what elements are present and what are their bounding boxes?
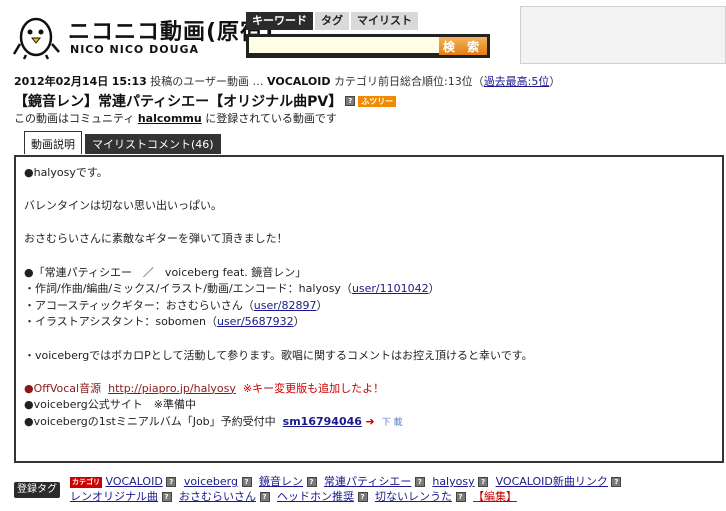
desc-line: おさむらいさんに素敵なギターを弾いて頂きました！ [24,232,288,246]
tag-link[interactable]: 切ないレンうた [375,490,452,503]
dictionary-icon[interactable]: ? [161,492,172,502]
rank-text: カテゴリ前日総合順位:13位（ [333,75,484,88]
dictionary-icon[interactable]: ? [241,477,252,487]
credit-close: ） [316,298,328,312]
rank-close: ） [549,75,561,88]
ad-banner[interactable] [520,6,726,64]
search-input[interactable] [249,37,439,53]
user-link[interactable]: user/1101042 [352,282,429,295]
meta-separator: … [252,75,264,88]
tab-description[interactable]: 動画説明 [24,131,82,154]
bullet: ● [24,381,34,395]
tag-list: カテゴリ VOCALOID ? voiceberg ? 鏡音レン ? 常連パティ… [70,474,724,504]
search-tab-mylist[interactable]: マイリスト [351,12,418,30]
posted-text: 投稿のユーザー動画 [150,75,250,88]
tag-link[interactable]: レンオリジナル曲 [70,490,158,503]
search-tab-keyword[interactable]: キーワード [246,12,313,30]
arrow-icon: ➜ [365,414,375,428]
user-link[interactable]: user/5687932 [217,315,294,328]
category-tag-badge: カテゴリ [70,476,102,488]
search-button[interactable]: 検 索 [439,37,487,55]
registered-tags-label: 登録タグ [14,482,60,498]
dictionary-icon[interactable]: ? [345,96,356,106]
tag-link[interactable]: ヘッドホン推奨 [277,490,354,503]
desc-album-line: ●voicebergの1stミニアルバム「Job」予約受付中 sm1679404… [24,414,714,431]
dictionary-icon[interactable]: ? [259,492,270,502]
search-tab-tag[interactable]: タグ [315,12,349,30]
video-meta: 2012年02月14日 15:13 投稿のユーザー動画 … VOCALOID カ… [14,73,560,89]
info-tabs: 動画説明 マイリストコメント(46) [24,131,221,154]
search-bar: 検 索 [246,34,490,58]
offvocal-label: OffVocal音源 [33,381,102,395]
dictionary-icon[interactable]: ? [166,477,177,487]
desc-offvocal-line: ●OffVocal音源 http://piapro.jp/halyosy ※キー… [24,381,714,398]
desc-credit-line: ・作詞/作曲/編曲/ミックス/イラスト/動画/エンコード：halyosy（use… [24,281,714,298]
desc-line: ●halyosyです。 [24,166,108,179]
tag-link[interactable]: 鏡音レン [259,475,303,488]
desc-line: ・voicebergではボカロPとして活動して参ります。歌唱に関するコメントはお… [24,348,533,362]
dictionary-icon[interactable]: ? [611,477,622,487]
tag-link[interactable]: おさむらいさん [179,490,256,503]
community-pre: この動画はコミュニティ [14,112,135,125]
offvocal-note: ※キー変更版も追加したよ！ [242,381,385,395]
tag-link[interactable]: 常連パティシエー [324,475,411,488]
dictionary-icon[interactable]: ? [306,477,317,487]
desc-line: バレンタインは切ない思い出いっぱい。 [24,199,222,213]
logo-text: ニコニコ動画(原宿) [68,20,275,45]
album-text: ●voicebergの1stミニアルバム「Job」予約受付中 [24,414,276,428]
user-link[interactable]: user/82897 [254,299,317,312]
dictionary-icon[interactable]: ? [357,492,368,502]
credit-text: ・作詞/作曲/編曲/ミックス/イラスト/動画/エンコード：halyosy（ [24,282,352,296]
credit-text: ・イラストアシスタント：sobomen（ [24,315,217,329]
desc-line: ●voiceberg公式サイト ※準備中 [24,398,196,412]
tab-mylist-comments[interactable]: マイリストコメント(46) [85,134,221,154]
site-logo[interactable]: ニコニコ動画(原宿) NICO NICO DOUGA [12,10,273,62]
desc-credit-line: ・イラストアシスタント：sobomen（user/5687932） [24,314,714,331]
tag-link[interactable]: VOCALOID [106,475,163,488]
dictionary-icon[interactable]: ? [478,477,489,487]
video-title-row: 【鏡音レン】常連パティシエー【オリジナル曲PV】 ? ふツリー [14,91,397,111]
mascot-icon [12,17,60,60]
best-rank-link[interactable]: 過去最高:5位 [484,75,550,88]
credit-text: ・アコースティックギター：おさむらいさん（ [24,298,254,312]
category-name: VOCALOID [267,75,331,88]
dictionary-icon[interactable]: ? [414,477,425,487]
desc-credit-line: ・アコースティックギター：おさむらいさん（user/82897） [24,298,714,315]
search-tabs: キーワード タグ マイリスト [246,12,418,30]
piapro-link[interactable]: http://piapro.jp/halyosy [108,382,236,395]
credit-close: ） [428,282,440,296]
desc-line: ●「常連パティシエー ／ voiceberg feat. 鏡音レン」 [24,265,307,279]
community-link[interactable]: halcommu [138,112,202,125]
dictionary-icon[interactable]: ? [455,492,466,502]
tag-link[interactable]: voiceberg [184,475,238,488]
tag-link[interactable]: halyosy [432,475,474,488]
community-post: に登録されている動画です [205,112,337,125]
logo-subtext: NICO NICO DOUGA [70,43,200,56]
edit-tags-link[interactable]: 【編集】 [473,490,517,503]
post-time: 15:13 [111,75,147,88]
title-badge[interactable]: ふツリー [358,95,397,107]
description-panel: ●halyosyです。 バレンタインは切ない思い出いっぱい。 おさむらいさんに素… [14,155,724,463]
tag-link[interactable]: VOCALOID新曲リンク [496,475,608,488]
video-link[interactable]: sm16794046 [283,415,362,428]
video-title: 【鏡音レン】常連パティシエー【オリジナル曲PV】 [14,94,343,110]
download-label[interactable]: 下 載 [382,418,403,428]
community-notice: この動画はコミュニティ halcommu に登録されている動画です [14,110,337,126]
credit-close: ） [293,315,305,329]
post-date: 2012年02月14日 [14,75,109,88]
